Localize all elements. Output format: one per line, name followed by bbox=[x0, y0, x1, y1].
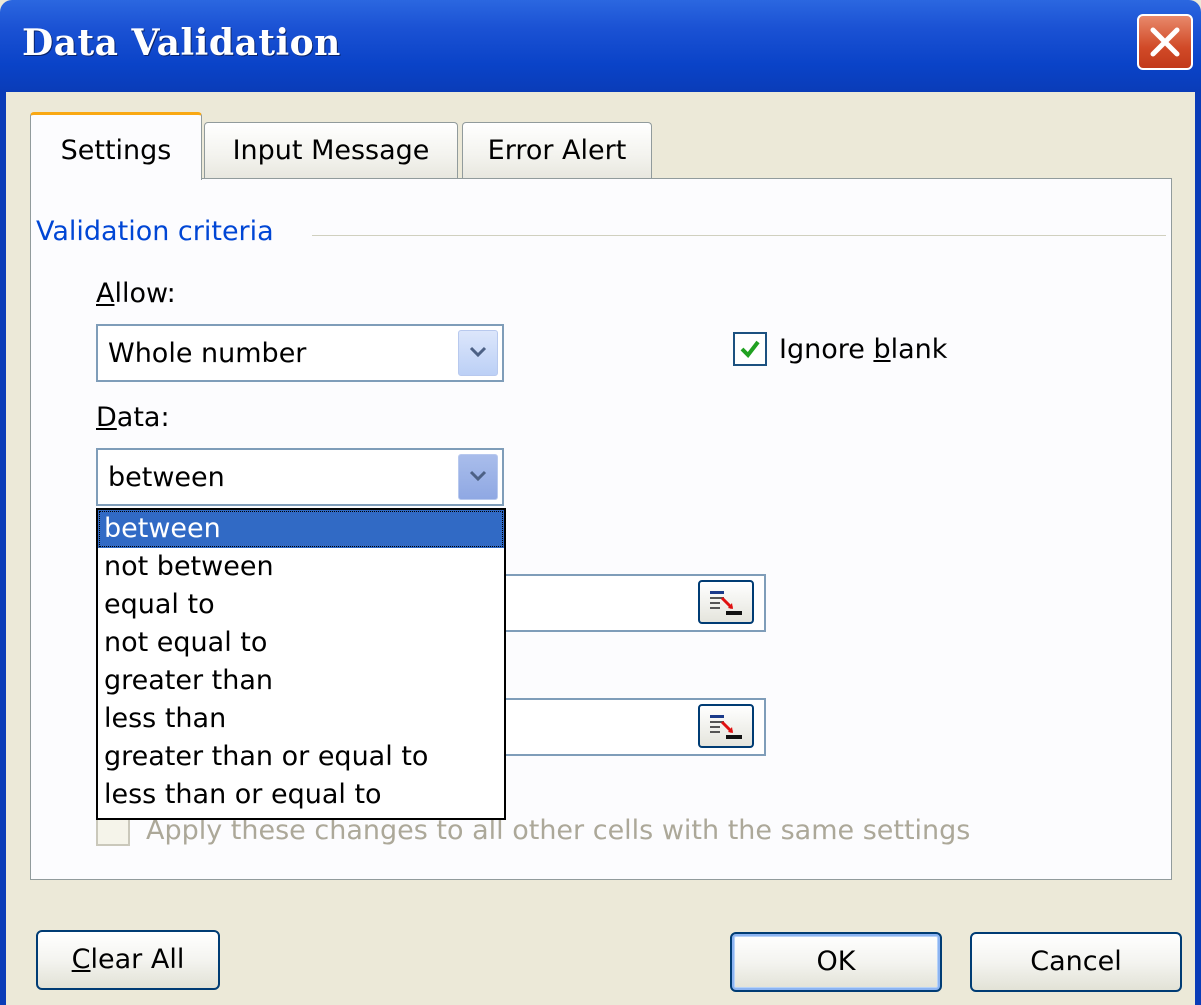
allow-label: Allow: bbox=[96, 278, 176, 309]
tab-error-alert[interactable]: Error Alert bbox=[462, 122, 652, 178]
cancel-button[interactable]: Cancel bbox=[970, 932, 1182, 992]
allow-dropdown-button[interactable] bbox=[458, 330, 498, 376]
data-dropdown-list[interactable]: between not between equal to not equal t… bbox=[96, 508, 506, 820]
group-divider bbox=[312, 235, 1166, 236]
clear-all-button[interactable]: Clear All bbox=[36, 930, 220, 990]
range-select-button[interactable] bbox=[698, 704, 754, 748]
ok-button[interactable]: OK bbox=[730, 932, 942, 992]
close-icon bbox=[1150, 27, 1180, 57]
tab-input-message[interactable]: Input Message bbox=[204, 122, 458, 178]
allow-value: Whole number bbox=[108, 338, 307, 369]
minimum-input[interactable] bbox=[500, 574, 766, 632]
validation-criteria-label: Validation criteria bbox=[36, 216, 274, 247]
dropdown-option[interactable]: equal to bbox=[98, 586, 504, 624]
dropdown-option[interactable]: less than bbox=[98, 700, 504, 738]
data-combobox[interactable]: between bbox=[96, 448, 504, 506]
checkmark-icon bbox=[740, 340, 760, 359]
data-dropdown-button[interactable] bbox=[458, 454, 498, 500]
range-select-icon bbox=[710, 591, 742, 615]
tab-settings[interactable]: Settings bbox=[30, 112, 202, 180]
range-select-icon bbox=[710, 715, 742, 739]
ignore-blank-checkbox[interactable] bbox=[733, 332, 767, 366]
dropdown-option[interactable]: not between bbox=[98, 548, 504, 586]
dropdown-option[interactable]: not equal to bbox=[98, 624, 504, 662]
chevron-down-icon bbox=[469, 470, 487, 482]
data-label: Data: bbox=[96, 402, 170, 433]
dropdown-option[interactable]: between bbox=[98, 510, 504, 548]
maximum-input[interactable] bbox=[500, 698, 766, 756]
close-button[interactable] bbox=[1137, 14, 1193, 70]
title-bar[interactable]: Data Validation bbox=[0, 0, 1201, 92]
window-title: Data Validation bbox=[22, 22, 341, 64]
chevron-down-icon bbox=[469, 346, 487, 358]
range-select-button[interactable] bbox=[698, 580, 754, 624]
dropdown-option[interactable]: less than or equal to bbox=[98, 776, 504, 814]
window-frame-right bbox=[1195, 92, 1201, 1005]
data-value: between bbox=[108, 462, 225, 493]
ignore-blank-label[interactable]: Ignore blank bbox=[779, 334, 947, 365]
dropdown-option[interactable]: greater than or equal to bbox=[98, 738, 504, 776]
window-frame-left bbox=[0, 92, 6, 1005]
dropdown-option[interactable]: greater than bbox=[98, 662, 504, 700]
allow-combobox[interactable]: Whole number bbox=[96, 324, 504, 382]
